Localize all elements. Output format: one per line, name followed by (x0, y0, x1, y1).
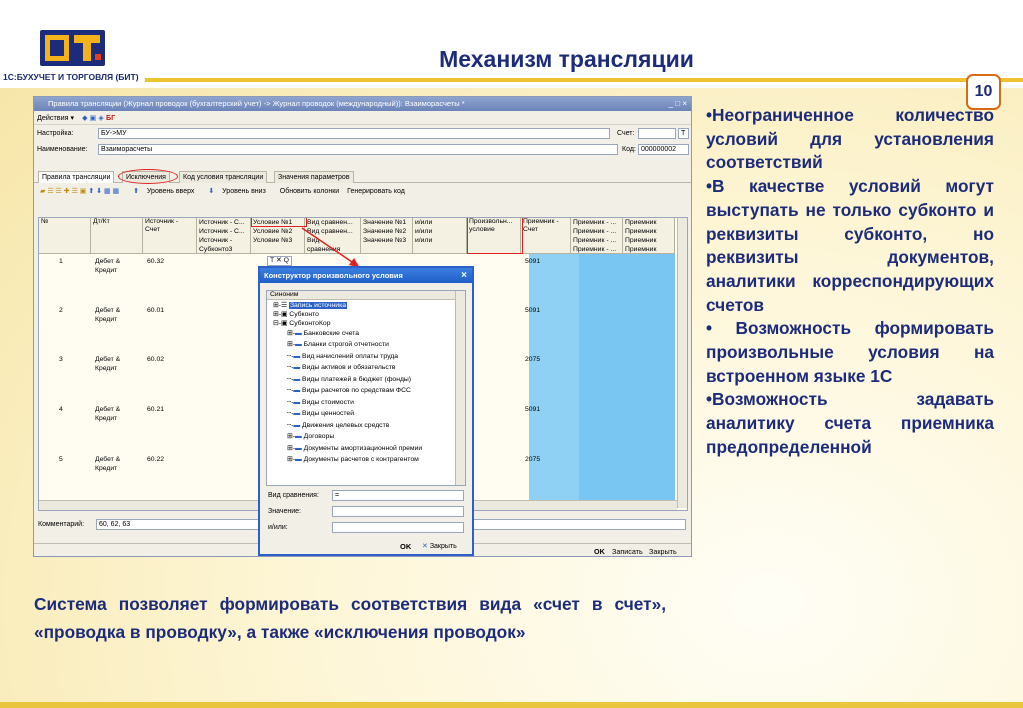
dialog-ok-button[interactable]: OK (400, 542, 411, 551)
tree-item[interactable]: ┄-▬ Виды ценностей (287, 410, 354, 418)
ok-button[interactable]: OK (594, 547, 605, 556)
andor-label: и/или: (268, 524, 288, 531)
custom-condition-highlight (467, 218, 523, 254)
col-source-subconto[interactable]: Источник - С... Источник - С... Источник -… (197, 218, 251, 254)
col-receiver-2[interactable]: Приемник Приемник Приемник Приемник (623, 218, 675, 254)
right-bullets: •Неограниченное количество условий для у… (706, 104, 994, 460)
refresh-columns-button[interactable]: Обновить колонки (280, 188, 339, 195)
dialog-close-button[interactable]: ✕ Закрыть (422, 542, 457, 550)
dialog-titlebar: Конструктор произвольного условия × (260, 268, 472, 283)
condition-builder-dialog: Конструктор произвольного условия × Сино… (258, 266, 474, 556)
menu-bar: Действия ▾ ◆ ▣ ◈ БГ (34, 111, 691, 125)
name-input[interactable]: Взаиморасчеты (98, 144, 618, 155)
account-input[interactable] (638, 128, 676, 139)
save-button[interactable]: Записать (612, 547, 643, 556)
code-input[interactable]: 000000002 (638, 144, 689, 155)
level-up-button[interactable]: ⬆ Уровень вверх (133, 188, 200, 195)
footer-stripe (0, 702, 1023, 708)
receiver-column-fill (579, 218, 675, 508)
toolbar-icons[interactable]: ◆ ▣ ◈ БГ (82, 113, 115, 122)
account-label: Счет: (617, 130, 635, 137)
col-dtkt[interactable]: Дт/Кт (91, 218, 143, 254)
col-num[interactable]: № (39, 218, 91, 254)
generate-code-button[interactable]: Генерировать код (347, 188, 405, 195)
slide-title: Механизм трансляции (439, 46, 694, 72)
bullet-4: •Возможность задавать аналитику счета пр… (706, 389, 994, 457)
header-stripe (0, 78, 1023, 82)
grid-toolbar: ▰ ☰ ☰ ✚ ☰ ▣ ⬆ ⬇ ▦ ▦ ⬆ Уровень вверх ⬇ Ур… (34, 183, 691, 201)
grid-vertical-scrollbar[interactable] (677, 218, 687, 508)
tree-item[interactable]: ┄-▬ Виды активов и обязательств (287, 364, 396, 372)
tree-item[interactable]: ⊞-▬ Банковские счета (287, 330, 359, 338)
andor-input[interactable] (332, 522, 464, 533)
exceptions-highlight (118, 169, 178, 184)
window-title: Правила трансляции (Журнал проводок (бух… (48, 99, 465, 108)
header-bar (0, 0, 1023, 88)
tab-condition-code[interactable]: Код условия трансляции (179, 171, 268, 183)
window-controls[interactable]: _ □ × (669, 97, 687, 111)
tab-strip: Правила трансляции Исключения Код услови… (34, 169, 691, 184)
tree-item[interactable]: ┄-▬ Виды платежей в бюджет (фонды) (287, 376, 411, 384)
settings-input[interactable]: БУ->МУ (98, 128, 610, 139)
tree-item[interactable]: ⊞-▬ Документы расчетов с контрагентом (287, 456, 419, 464)
value-label: Значение: (268, 508, 301, 515)
window-titlebar: Правила трансляции (Журнал проводок (бух… (34, 97, 691, 111)
tree-item[interactable]: ⊞-▣ Субконто (273, 311, 319, 319)
logo-text: 1С:БУХУЧЕТ И ТОРГОВЛЯ (БИТ) (3, 72, 139, 82)
cell-editor[interactable]: Т ✕ Q (267, 256, 292, 266)
level-down-button[interactable]: ⬇ Уровень вниз (208, 188, 271, 195)
bottom-text: Система позволяет формировать соответств… (34, 594, 666, 642)
col-receiver-account[interactable]: Приемник - Счет (521, 218, 571, 254)
comment-label: Комментарий: (38, 521, 85, 528)
col-receiver-1[interactable]: Приемник - ... Приемник - ... Приемник - .… (571, 218, 623, 254)
tree-item[interactable]: ┄-▬ Движения целевых средств (287, 422, 389, 430)
value-input[interactable] (332, 506, 464, 517)
tree-item[interactable]: ⊞-▬ Документы амортизационной премии (287, 445, 422, 453)
condition-highlight (251, 218, 307, 227)
dialog-title: Конструктор произвольного условия (264, 271, 403, 280)
tree-item[interactable]: ⊞-▬ Договоры (287, 433, 334, 441)
tab-parameter-values[interactable]: Значения параметров (274, 171, 354, 183)
tree-item[interactable]: ┄-▬ Виды расчетов по средствам ФСС (287, 387, 411, 395)
tree-header: Синоним (267, 291, 465, 300)
logo: 1С:БУХУЧЕТ И ТОРГОВЛЯ (БИТ) (0, 0, 145, 86)
account-type-button[interactable]: Т (678, 128, 689, 139)
bullet-2: •В качестве условий могут выступать не т… (706, 176, 994, 315)
field-tree[interactable]: Синоним ⊞-☰ Запись источника ⊞-▣ Субконт… (266, 290, 466, 486)
actions-menu[interactable]: Действия ▾ (37, 113, 74, 122)
tree-item[interactable]: ⊞-☰ Запись источника (273, 302, 348, 310)
compare-label: Вид сравнения: (268, 492, 319, 499)
bullet-3: • Возможность формировать произвольные у… (706, 318, 994, 386)
tree-item[interactable]: ┄-▬ Вид начислений оплаты труда (287, 353, 398, 361)
close-button[interactable]: Закрыть (649, 547, 677, 556)
tree-item[interactable]: ⊟-▣ СубконтоКор (273, 320, 330, 328)
col-source-account[interactable]: Источник - Счет (143, 218, 197, 254)
dialog-close-icon[interactable]: × (461, 268, 467, 283)
header-fields: Настройка: БУ->МУ Счет: Т Наименование: … (34, 125, 691, 165)
tab-rules[interactable]: Правила трансляции (38, 171, 115, 183)
receiver-account-fill (529, 254, 579, 508)
grid-tool-icons[interactable]: ▰ ☰ ☰ ✚ ☰ ▣ ⬆ ⬇ ▦ ▦ (40, 188, 125, 195)
col-andor[interactable]: и/или и/или и/или (413, 218, 467, 254)
code-label: Код: (622, 146, 636, 153)
tree-scrollbar[interactable] (455, 291, 465, 485)
compare-input[interactable]: = (332, 490, 464, 501)
name-label: Наименование: (37, 146, 88, 153)
tree-item[interactable]: ⊞-▬ Бланки строгой отчетности (287, 341, 389, 349)
tree-item[interactable]: ┄-▬ Виды стоимости (287, 399, 354, 407)
bullet-1: •Неограниченное количество условий для у… (706, 105, 994, 173)
settings-label: Настройка: (37, 130, 74, 137)
